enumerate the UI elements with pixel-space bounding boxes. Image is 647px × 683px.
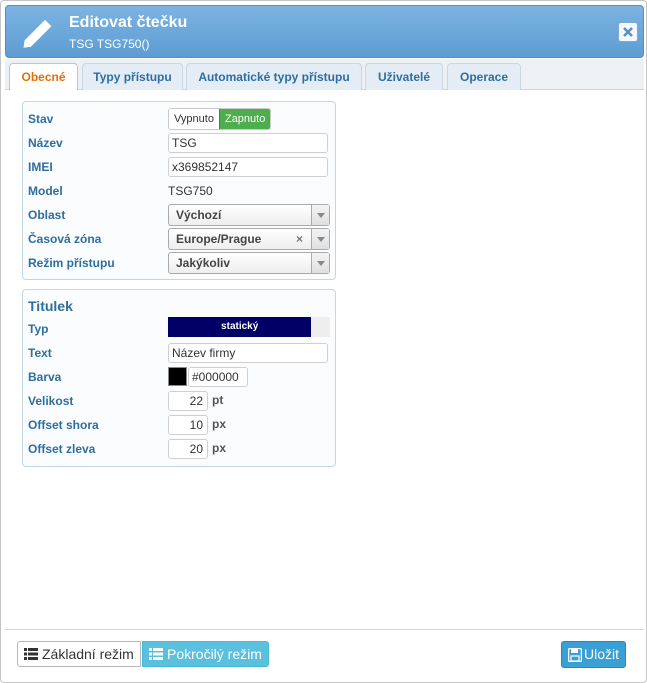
typ-selected-fill: statický <box>168 317 312 337</box>
save-button[interactable]: Uložit <box>561 641 627 668</box>
model-label: Model <box>28 184 63 198</box>
casova-zona-select[interactable]: Europe/Prague × <box>168 228 330 250</box>
close-icon <box>623 27 633 37</box>
nazev-input[interactable]: TSG <box>168 133 328 153</box>
dialog-subtitle: TSG TSG750() <box>69 37 150 51</box>
tab-content: Stav Vypnuto Zapnuto Název TSG IMEI x369… <box>5 90 644 630</box>
titulek-fieldset: Titulek Typ statický Text Název firmy Ba… <box>22 289 336 467</box>
basic-mode-button[interactable]: Základní režim <box>17 641 141 667</box>
tab-obecne[interactable]: Obecné <box>9 63 78 91</box>
stav-off-button[interactable]: Vypnuto <box>169 109 219 129</box>
casova-zona-selected-value: Europe/Prague <box>176 232 262 246</box>
offset-shora-input[interactable]: 10 <box>168 415 208 435</box>
edit-reader-dialog: Editovat čtečku TSG TSG750() Obecné Typy… <box>0 0 647 683</box>
tab-typy-pristupu[interactable]: Typy přístupu <box>82 63 183 91</box>
oblast-label: Oblast <box>28 208 66 222</box>
casova-zona-label: Časová zóna <box>28 232 102 246</box>
imei-input[interactable]: x369852147 <box>168 157 328 177</box>
advanced-mode-button[interactable]: Pokročilý režim <box>142 641 269 667</box>
oblast-selected-value: Výchozí <box>176 208 222 222</box>
typ-selector[interactable]: statický <box>168 317 330 337</box>
list-icon <box>149 648 163 660</box>
list-icon <box>24 648 38 660</box>
chevron-down-icon <box>311 253 329 273</box>
save-label: Uložit <box>584 646 620 662</box>
rezim-pristupu-select[interactable]: Jakýkoliv <box>168 252 330 274</box>
rezim-pristupu-label: Režim přístupu <box>28 256 115 270</box>
dialog-titlebar: Editovat čtečku TSG TSG750() <box>5 5 644 58</box>
tab-automaticke-typy-pristupu[interactable]: Automatické typy přístupu <box>186 63 362 91</box>
velikost-unit: pt <box>212 393 224 407</box>
floppy-disk-icon <box>568 647 582 662</box>
titulek-legend: Titulek <box>28 298 73 314</box>
general-fieldset: Stav Vypnuto Zapnuto Název TSG IMEI x369… <box>22 101 336 280</box>
stav-label: Stav <box>28 112 54 126</box>
rezim-pristupu-selected-value: Jakýkoliv <box>176 256 231 270</box>
offset-shora-unit: px <box>212 417 227 431</box>
tab-bar: Obecné Typy přístupu Automatické typy př… <box>5 59 644 91</box>
text-label: Text <box>28 346 52 360</box>
stav-toggle: Vypnuto Zapnuto <box>168 108 272 130</box>
tab-operace[interactable]: Operace <box>447 63 521 91</box>
typ-label: Typ <box>28 322 49 336</box>
oblast-select[interactable]: Výchozí <box>168 204 330 226</box>
offset-zleva-unit: px <box>212 441 227 455</box>
velikost-input[interactable]: 22 <box>168 391 208 411</box>
imei-label: IMEI <box>28 160 53 174</box>
barva-input[interactable]: #000000 <box>188 367 248 387</box>
color-swatch[interactable] <box>168 367 187 386</box>
dialog-title: Editovat čtečku <box>69 14 188 31</box>
dialog-footer: Základní režim Pokročilý režim Uložit <box>5 629 644 680</box>
text-input[interactable]: Název firmy <box>168 343 328 363</box>
stav-on-button[interactable]: Zapnuto <box>218 109 271 129</box>
offset-zleva-label: Offset zleva <box>28 442 96 456</box>
chevron-down-icon <box>311 205 329 225</box>
model-value: TSG750 <box>168 184 213 198</box>
velikost-label: Velikost <box>28 394 74 408</box>
pencil-icon <box>23 19 52 48</box>
nazev-label: Název <box>28 136 63 150</box>
advanced-mode-label: Pokročilý režim <box>167 646 262 662</box>
close-button[interactable] <box>618 22 638 42</box>
offset-zleva-input[interactable]: 20 <box>168 439 208 459</box>
offset-shora-label: Offset shora <box>28 418 99 432</box>
chevron-down-icon <box>311 229 329 249</box>
clear-icon[interactable]: × <box>296 232 303 246</box>
barva-label: Barva <box>28 370 62 384</box>
tab-uzivatele[interactable]: Uživatelé <box>365 63 443 91</box>
basic-mode-label: Základní režim <box>42 646 134 662</box>
